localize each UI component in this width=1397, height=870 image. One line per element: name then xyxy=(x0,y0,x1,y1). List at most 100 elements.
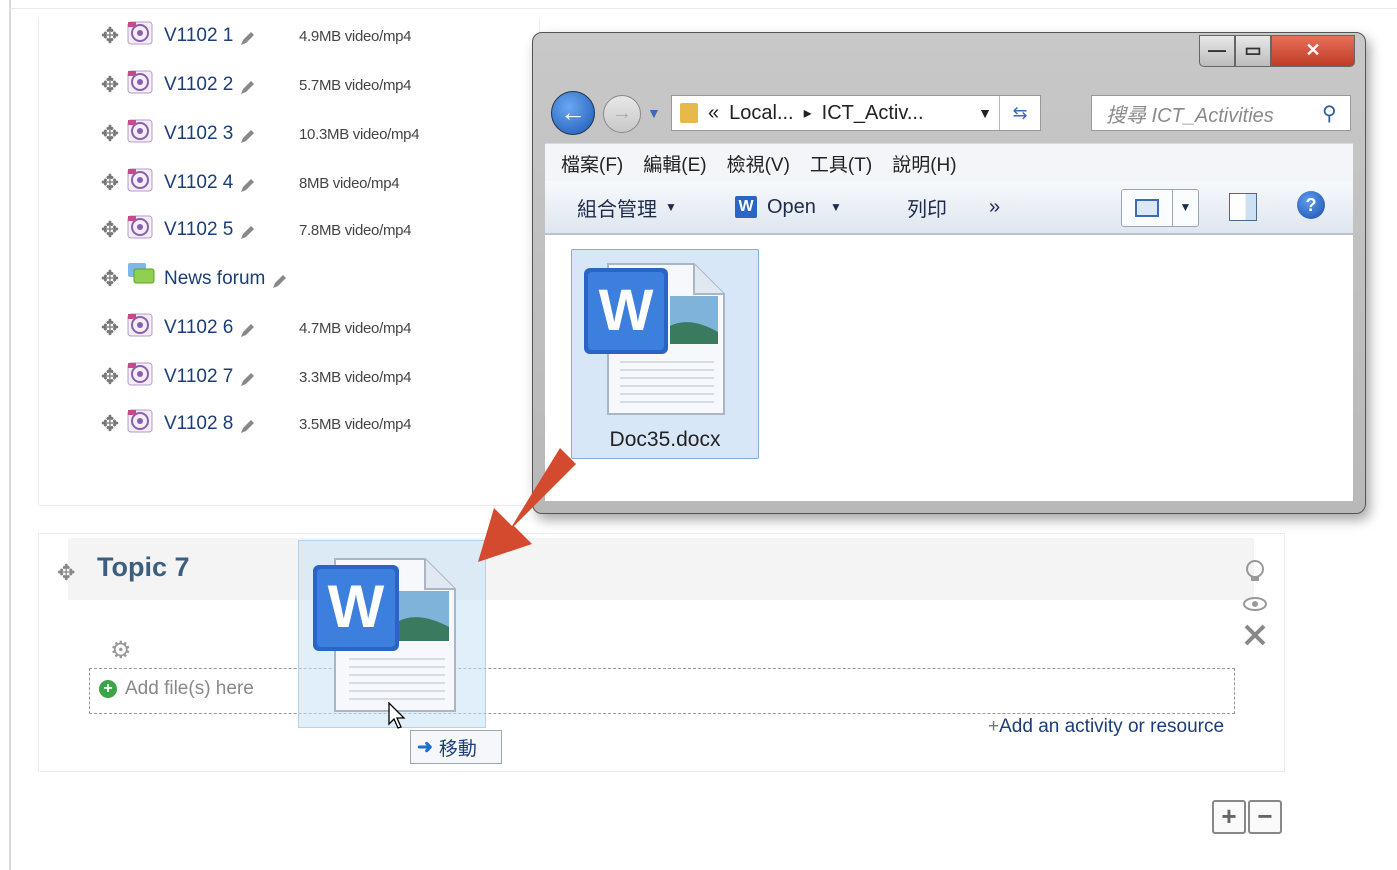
activity-row[interactable]: ✥ V1102 6 4.7MB video/mp4 xyxy=(98,313,412,342)
search-box[interactable]: 搜尋 ICT_Activities ⚲ xyxy=(1091,95,1351,131)
activity-name[interactable]: News forum xyxy=(164,268,265,290)
breadcrumb-separator-icon[interactable]: ▸ xyxy=(804,103,812,123)
edit-pencil-icon[interactable] xyxy=(239,223,257,241)
edit-pencil-icon[interactable] xyxy=(271,272,289,290)
edit-pencil-icon[interactable] xyxy=(239,321,257,339)
activity-name[interactable]: V1102 2 xyxy=(164,74,233,96)
edit-pencil-icon[interactable] xyxy=(239,176,257,194)
close-button[interactable]: ✕ xyxy=(1271,35,1355,67)
activity-name[interactable]: V1102 5 xyxy=(164,219,233,241)
edit-pencil-icon[interactable] xyxy=(239,370,257,388)
refresh-icon[interactable]: ⇆ xyxy=(999,96,1040,130)
address-dropdown-icon[interactable]: ▼ xyxy=(978,105,992,121)
edit-pencil-icon[interactable] xyxy=(239,29,257,47)
expand-collapse-controls: + − xyxy=(1212,800,1284,834)
activity-row[interactable]: ✥ V1102 4 8MB video/mp4 xyxy=(98,168,400,197)
back-arrow-icon[interactable]: ← xyxy=(551,91,595,135)
move-icon[interactable]: ✥ xyxy=(57,560,75,586)
activity-row[interactable]: ✥ V1102 7 3.3MB video/mp4 xyxy=(98,362,412,391)
file-item[interactable]: W Doc35.docx xyxy=(571,249,759,459)
breadcrumb-prefix[interactable]: « xyxy=(708,102,719,125)
move-icon[interactable]: ✥ xyxy=(98,316,122,340)
file-explorer-window[interactable]: — ▭ ✕ ← → ▼ « Local... ▸ ICT_Activ... ▼ … xyxy=(532,32,1366,514)
activity-name[interactable]: V1102 6 xyxy=(164,317,233,339)
eye-icon[interactable] xyxy=(1242,594,1268,619)
print-button[interactable]: 列印 xyxy=(907,193,947,222)
preview-pane-icon[interactable] xyxy=(1229,193,1257,221)
search-icon[interactable]: ⚲ xyxy=(1322,101,1350,126)
open-button[interactable]: W Open ▼ xyxy=(735,196,842,219)
add-activity-link[interactable]: +Add an activity or resource xyxy=(988,716,1224,738)
delete-icon[interactable] xyxy=(1242,622,1268,653)
chevron-down-icon: ▼ xyxy=(829,200,842,214)
lightbulb-icon[interactable] xyxy=(1242,558,1268,589)
activity-row[interactable]: ✥ V1102 5 7.8MB video/mp4 xyxy=(98,215,412,244)
video-file-icon xyxy=(126,212,153,239)
navigation-bar: ← → ▼ « Local... ▸ ICT_Activ... ▼ ⇆ 搜尋 I… xyxy=(547,91,1353,135)
menu-file[interactable]: 檔案(F) xyxy=(561,150,623,177)
breadcrumb-folder[interactable]: ICT_Activ... xyxy=(822,102,924,125)
activity-name[interactable]: V1102 4 xyxy=(164,172,233,194)
help-icon[interactable]: ? xyxy=(1297,191,1325,219)
activity-row[interactable]: ✥ V1102 1 4.9MB video/mp4 xyxy=(98,21,412,50)
activity-name[interactable]: V1102 1 xyxy=(164,25,233,47)
move-icon[interactable]: ✥ xyxy=(98,73,122,97)
activity-meta: 5.7MB video/mp4 xyxy=(299,77,412,94)
file-drop-zone[interactable] xyxy=(89,668,1235,714)
history-dropdown-icon[interactable]: ▼ xyxy=(647,105,661,121)
change-view-button[interactable]: ▼ xyxy=(1121,189,1199,227)
search-placeholder[interactable]: 搜尋 ICT_Activities xyxy=(1106,99,1322,128)
activity-name[interactable]: V1102 8 xyxy=(164,413,233,435)
menu-view[interactable]: 檢視(V) xyxy=(727,150,790,177)
edit-pencil-icon[interactable] xyxy=(239,417,257,435)
edit-pencil-icon[interactable] xyxy=(239,127,257,145)
activity-meta: 7.8MB video/mp4 xyxy=(299,222,412,239)
gear-icon[interactable]: ⚙ xyxy=(110,636,132,665)
view-icon[interactable] xyxy=(1122,190,1173,226)
collapse-all-button[interactable]: − xyxy=(1248,800,1282,834)
move-icon[interactable]: ✥ xyxy=(98,365,122,389)
forward-arrow-icon[interactable]: → xyxy=(603,95,641,133)
activity-row[interactable]: ✥ V1102 8 3.5MB video/mp4 xyxy=(98,409,412,438)
menu-tools[interactable]: 工具(T) xyxy=(810,150,872,177)
svg-text:W: W xyxy=(599,278,654,343)
move-icon[interactable]: ✥ xyxy=(98,24,122,48)
folder-icon xyxy=(680,103,698,123)
minimize-button[interactable]: — xyxy=(1199,35,1235,67)
add-files-hint: + Add file(s) here xyxy=(99,678,254,700)
file-name[interactable]: Doc35.docx xyxy=(572,428,758,452)
breadcrumb-local[interactable]: Local... xyxy=(729,102,793,125)
move-icon[interactable]: ✥ xyxy=(98,171,122,195)
move-icon[interactable]: ✥ xyxy=(98,412,122,436)
menu-help[interactable]: 說明(H) xyxy=(892,150,956,177)
activity-row[interactable]: ✥ News forum xyxy=(98,263,289,293)
activity-meta: 10.3MB video/mp4 xyxy=(299,126,420,143)
drag-ghost: W xyxy=(298,540,486,728)
more-commands-button[interactable]: » xyxy=(989,196,1000,219)
activity-meta: 3.5MB video/mp4 xyxy=(299,416,412,433)
drag-move-tooltip: ➜ 移動 xyxy=(410,730,502,764)
move-icon[interactable]: ✥ xyxy=(98,122,122,146)
activity-name[interactable]: V1102 3 xyxy=(164,123,233,145)
address-bar[interactable]: « Local... ▸ ICT_Activ... ▼ ⇆ xyxy=(671,95,1041,131)
video-file-icon xyxy=(126,359,153,386)
activity-meta: 4.7MB video/mp4 xyxy=(299,320,412,337)
word-document-icon: W xyxy=(584,263,725,415)
move-icon[interactable]: ✥ xyxy=(98,218,122,242)
edit-pencil-icon[interactable] xyxy=(239,78,257,96)
maximize-button[interactable]: ▭ xyxy=(1235,35,1271,67)
expand-all-button[interactable]: + xyxy=(1212,800,1246,834)
activity-name[interactable]: V1102 7 xyxy=(164,366,233,388)
topic-title[interactable]: Topic 7 xyxy=(97,552,190,583)
page-top-divider xyxy=(9,8,1397,9)
menu-edit[interactable]: 編輯(E) xyxy=(643,150,706,177)
activity-meta: 4.9MB video/mp4 xyxy=(299,28,412,45)
video-file-icon xyxy=(126,18,153,45)
move-icon[interactable]: ✥ xyxy=(98,267,122,291)
activity-row[interactable]: ✥ V1102 3 10.3MB video/mp4 xyxy=(98,119,420,148)
file-list-area[interactable]: W Doc35.docx xyxy=(545,235,1353,501)
organize-button[interactable]: 組合管理 ▼ xyxy=(577,193,677,222)
view-dropdown-icon[interactable]: ▼ xyxy=(1173,190,1198,226)
activity-row[interactable]: ✥ V1102 2 5.7MB video/mp4 xyxy=(98,70,412,99)
arrow-right-icon: ➜ xyxy=(417,736,433,758)
